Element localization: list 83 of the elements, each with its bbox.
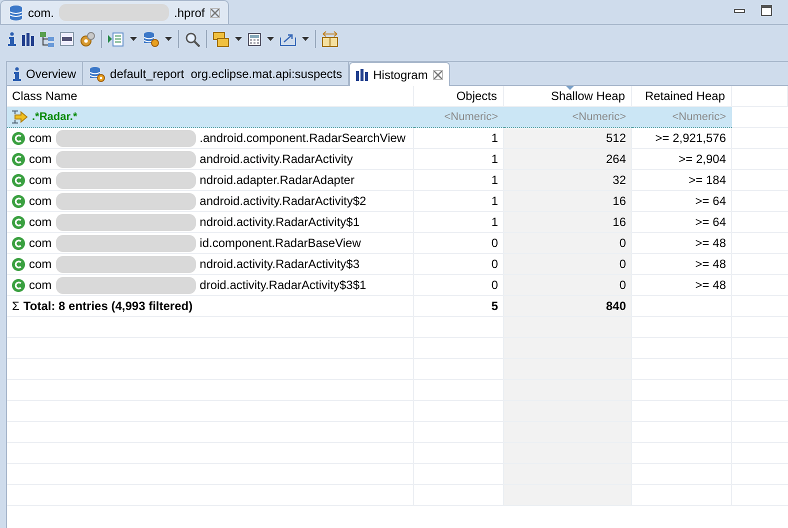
table-cell-text: >= 48 bbox=[694, 277, 727, 294]
table-cell-text: 0 bbox=[618, 256, 627, 273]
class-name-prefix: com bbox=[29, 235, 52, 252]
table-cell-text: 0 bbox=[490, 235, 499, 252]
table-cell-text: 0 bbox=[618, 277, 627, 294]
table-cell-text: 840 bbox=[604, 298, 627, 315]
column-header[interactable]: Shallow Heap bbox=[504, 86, 632, 107]
stacked-windows-icon[interactable] bbox=[213, 32, 229, 46]
tab[interactable]: Histogram bbox=[349, 62, 450, 86]
export-icon[interactable] bbox=[280, 32, 296, 46]
database-icon bbox=[9, 4, 23, 20]
class-icon bbox=[12, 195, 25, 208]
table-cell-text: 264 bbox=[604, 151, 627, 168]
calculator-icon[interactable] bbox=[248, 32, 261, 46]
info-icon[interactable] bbox=[8, 32, 16, 46]
total-label: Total: 8 entries (4,993 filtered) bbox=[23, 298, 193, 315]
table-cell-text: >= 48 bbox=[694, 256, 727, 273]
table-cell-text: 32 bbox=[612, 172, 627, 189]
table-cell-text: 16 bbox=[612, 214, 627, 231]
class-name-suffix: ndroid.adapter.RadarAdapter bbox=[200, 172, 354, 189]
query-icon[interactable] bbox=[60, 32, 74, 46]
tree-icon[interactable] bbox=[40, 32, 54, 46]
gears-icon[interactable] bbox=[80, 32, 95, 46]
caret-icon[interactable] bbox=[267, 37, 274, 41]
caret-icon[interactable] bbox=[235, 37, 242, 41]
class-icon bbox=[12, 153, 25, 166]
class-icon bbox=[12, 279, 25, 292]
table-cell-text: 16 bbox=[612, 193, 627, 210]
table-cell-text: >= 184 bbox=[688, 172, 727, 189]
class-icon bbox=[12, 174, 25, 187]
class-name-prefix: com bbox=[29, 151, 52, 168]
table-cell-text: >= 2,904 bbox=[678, 151, 727, 168]
caret-icon[interactable] bbox=[165, 37, 172, 41]
search-icon[interactable] bbox=[185, 32, 200, 46]
class-name-suffix: droid.activity.RadarActivity$3$1 bbox=[200, 277, 366, 294]
class-icon bbox=[12, 216, 25, 229]
table-cell-text: 5 bbox=[490, 298, 499, 315]
table-cell-text: 0 bbox=[490, 256, 499, 273]
table-cell-text: 1 bbox=[490, 130, 499, 147]
minimize-icon[interactable] bbox=[734, 8, 745, 12]
class-name-suffix: ndroid.activity.RadarActivity$1 bbox=[200, 214, 360, 231]
class-name-suffix: .android.component.RadarSearchView bbox=[200, 130, 406, 147]
table-cell-text: 0 bbox=[490, 277, 499, 294]
class-name-suffix: id.component.RadarBaseView bbox=[200, 235, 361, 252]
table-cell-text: >= 64 bbox=[694, 193, 727, 210]
editor-tab[interactable]: com. .hprof bbox=[0, 0, 229, 24]
class-name-suffix: ndroid.activity.RadarActivity$3 bbox=[200, 256, 360, 273]
table-cell-text: 512 bbox=[604, 130, 627, 147]
table-cell-text: 0 bbox=[618, 235, 627, 252]
table-cell-text: >= 64 bbox=[694, 214, 727, 231]
maximize-icon[interactable] bbox=[761, 5, 772, 16]
table-cell-text: 1 bbox=[490, 214, 499, 231]
class-name-prefix: com bbox=[29, 256, 52, 273]
class-name-suffix: android.activity.RadarActivity$2 bbox=[200, 193, 366, 210]
info-icon bbox=[13, 66, 21, 80]
tab-title-suffix: .hprof bbox=[174, 4, 205, 22]
table-cell-text: >= 48 bbox=[694, 235, 727, 252]
class-icon bbox=[12, 132, 25, 145]
close-icon[interactable] bbox=[210, 8, 220, 18]
class-name-prefix: com bbox=[29, 193, 52, 210]
table-cell-text: 1 bbox=[490, 172, 499, 189]
table-cell-text: 1 bbox=[490, 193, 499, 210]
tab-title-prefix: com. bbox=[28, 4, 54, 22]
filter-icon bbox=[12, 110, 28, 124]
table-cell-text: >= 2,921,576 bbox=[654, 130, 727, 147]
class-name-prefix: com bbox=[29, 130, 52, 147]
database-gear-icon[interactable] bbox=[143, 31, 159, 47]
bar-chart-icon[interactable] bbox=[22, 32, 34, 46]
list-icon[interactable] bbox=[108, 32, 124, 46]
class-name-prefix: com bbox=[29, 277, 52, 294]
class-icon bbox=[12, 258, 25, 271]
sum-symbol: Σ bbox=[12, 298, 20, 315]
close-icon[interactable] bbox=[432, 70, 443, 80]
class-name-prefix: com bbox=[29, 214, 52, 231]
class-name-suffix: android.activity.RadarActivity bbox=[200, 151, 353, 168]
caret-icon[interactable] bbox=[130, 37, 137, 41]
class-name-prefix: com bbox=[29, 172, 52, 189]
table-cell-text: 1 bbox=[490, 151, 499, 168]
bar-chart-icon bbox=[356, 68, 368, 80]
resize-columns-icon[interactable] bbox=[322, 31, 338, 47]
database-gear-icon bbox=[89, 66, 106, 82]
class-icon bbox=[12, 237, 25, 250]
caret-icon[interactable] bbox=[302, 37, 309, 41]
